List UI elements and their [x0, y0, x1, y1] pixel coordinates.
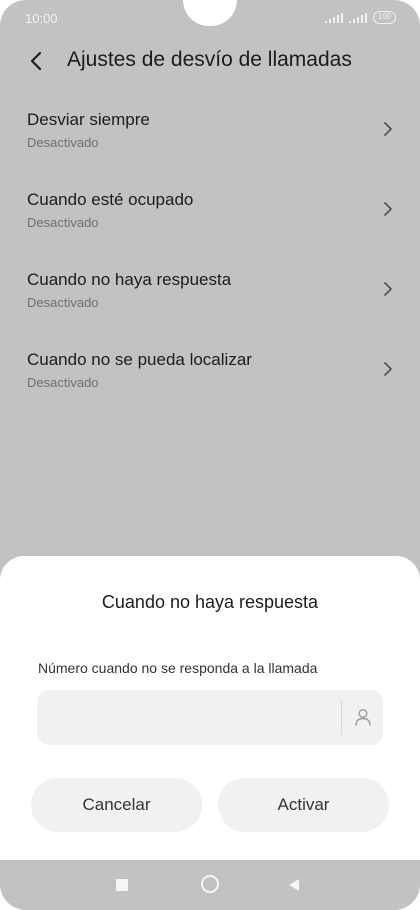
list-item-label: Cuando esté ocupado — [27, 190, 194, 209]
dialog-title: Cuando no haya respuesta — [101, 592, 319, 612]
list-item-status: Desactivado — [27, 295, 99, 310]
field-label: Número cuando no se responda a la llamad… — [38, 660, 318, 676]
activate-button[interactable]: Activar — [218, 778, 389, 832]
list-item-status: Desactivado — [27, 135, 99, 150]
list-item-label: Cuando no se pueda localizar — [27, 350, 252, 369]
chevron-right-icon — [384, 282, 392, 296]
page-title: Ajustes de desvío de llamadas — [67, 48, 352, 71]
back-arrow-icon[interactable] — [26, 50, 48, 72]
list-item-always[interactable]: Desviar siempre Desactivado — [0, 96, 420, 176]
contact-person-icon[interactable] — [353, 707, 373, 727]
list-item-status: Desactivado — [27, 215, 99, 230]
list-item-label: Desviar siempre — [27, 110, 150, 129]
battery-icon: 100 — [372, 11, 396, 24]
status-bar: 10:00 100 — [0, 0, 420, 36]
phone-number-input[interactable] — [51, 690, 331, 745]
chevron-right-icon — [384, 362, 392, 376]
phone-number-field — [37, 690, 383, 745]
field-divider — [341, 700, 342, 735]
forwarding-dialog: Cuando no haya respuesta Número cuando n… — [0, 556, 420, 860]
forwarding-options-list: Desviar siempre Desactivado Cuando esté … — [0, 96, 420, 416]
status-time: 10:00 — [25, 11, 58, 26]
chevron-right-icon — [384, 202, 392, 216]
circle-icon[interactable] — [201, 875, 219, 893]
phone-screen: 10:00 100 Ajustes de desvío de llamadas … — [0, 0, 420, 910]
navigation-bar — [0, 860, 420, 910]
list-item-busy[interactable]: Cuando esté ocupado Desactivado — [0, 176, 420, 256]
chevron-right-icon — [384, 122, 392, 136]
list-item-status: Desactivado — [27, 375, 99, 390]
signal-icon — [348, 12, 367, 23]
status-icons: 100 — [324, 11, 396, 24]
triangle-back-icon[interactable] — [288, 878, 300, 892]
app-header: Ajustes de desvío de llamadas — [0, 42, 420, 80]
list-item-no-answer[interactable]: Cuando no haya respuesta Desactivado — [0, 256, 420, 336]
signal-icon — [324, 12, 343, 23]
list-item-label: Cuando no haya respuesta — [27, 270, 232, 289]
cancel-button[interactable]: Cancelar — [31, 778, 202, 832]
square-icon[interactable] — [116, 879, 128, 891]
list-item-unreachable[interactable]: Cuando no se pueda localizar Desactivado — [0, 336, 420, 416]
